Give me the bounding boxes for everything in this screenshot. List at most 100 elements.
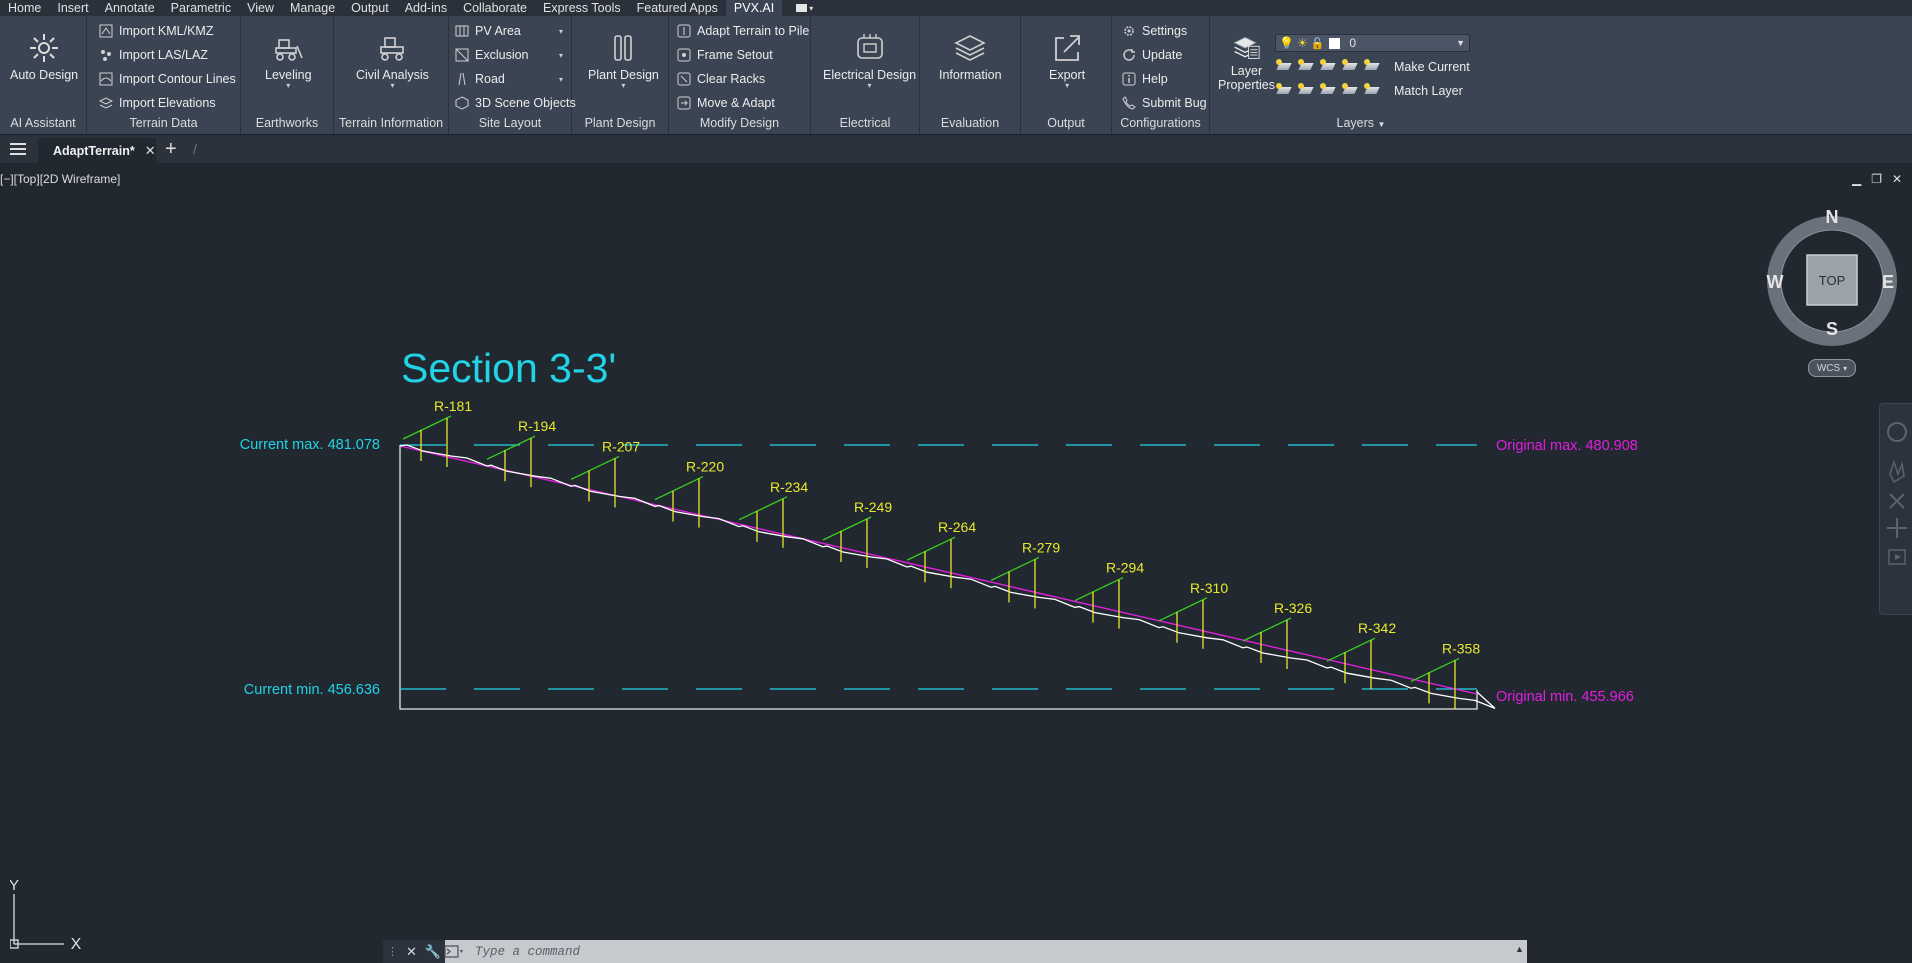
wcs-menu[interactable]: WCS ▾	[1808, 359, 1856, 377]
close-icon[interactable]: ✕	[406, 944, 417, 960]
make-current-icon[interactable]	[1364, 59, 1380, 74]
rack-line	[738, 496, 788, 521]
layer-off-icon[interactable]	[1276, 59, 1292, 74]
rack-line	[1242, 617, 1292, 642]
command-prompt-icon[interactable]	[444, 945, 466, 958]
civil-analysis-button[interactable]: Civil Analysis ▾	[356, 32, 429, 90]
import-elevations-button[interactable]: Import Elevations	[99, 94, 216, 112]
rack-line	[990, 556, 1040, 581]
pv-area-button[interactable]: PV Area ▾	[455, 22, 565, 40]
compass-east[interactable]: E	[1882, 272, 1894, 292]
layer-unlock-icon[interactable]	[1342, 83, 1358, 98]
panel-title-earthworks: Earthworks	[255, 116, 319, 130]
import-contour-lines-button[interactable]: Import Contour Lines	[99, 70, 236, 88]
pan-hand-icon[interactable]	[1889, 459, 1905, 484]
layer-unisolate-icon[interactable]	[1298, 83, 1314, 98]
leveling-button[interactable]: Leveling ▾	[265, 32, 312, 90]
panel-title-site-layout: Site Layout	[478, 116, 542, 130]
auto-design-button[interactable]: Auto Design	[10, 32, 78, 82]
move-adapt-button[interactable]: Move & Adapt	[677, 94, 775, 112]
menu-tab-manage[interactable]: Manage	[282, 0, 343, 16]
layer-dropdown[interactable]: 💡 ☀ 🔓 0 ▼	[1275, 34, 1470, 52]
panel-title-layers[interactable]: Layers ▼	[1250, 116, 1472, 130]
import-las-button[interactable]: Import LAS/LAZ	[99, 46, 208, 64]
layer-properties-button[interactable]: Layer Properties	[1218, 34, 1275, 92]
layer-freeze-icon[interactable]	[1320, 59, 1336, 74]
chevron-down-icon: ▾	[286, 81, 291, 90]
menu-tab-view[interactable]: View	[239, 0, 282, 16]
plant-design-button[interactable]: Plant Design ▾	[588, 32, 659, 90]
command-input[interactable]	[445, 940, 1527, 963]
zoom-icon[interactable]	[1889, 493, 1905, 509]
close-tab-icon[interactable]: ✕	[145, 143, 156, 159]
viewport-label[interactable]: [−][Top][2D Wireframe]	[0, 172, 120, 186]
menu-tab-home[interactable]: Home	[0, 0, 49, 16]
electrical-design-button[interactable]: Electrical Design ▾	[823, 32, 916, 90]
3d-scene-objects-button[interactable]: 3D Scene Objects	[455, 94, 576, 112]
chevron-down-icon: ▼	[1456, 38, 1465, 48]
panel-electrical: Electrical Design ▾ Electrical	[811, 16, 920, 134]
menu-tab-output[interactable]: Output	[343, 0, 397, 16]
match-layer-icon[interactable]	[1364, 83, 1380, 98]
menu-tab-featured-apps[interactable]: Featured Apps	[629, 0, 726, 16]
menu-tab-collaborate[interactable]: Collaborate	[455, 0, 535, 16]
lock-open-icon: 🔓	[1310, 37, 1325, 50]
layer-lock-icon[interactable]	[1342, 59, 1358, 74]
export-button[interactable]: Export ▾	[1049, 32, 1085, 90]
section-title: Section 3-3'	[401, 345, 616, 391]
information-button[interactable]: Information	[939, 32, 1002, 82]
compass-north[interactable]: N	[1826, 207, 1839, 227]
menu-tab-parametric[interactable]: Parametric	[163, 0, 239, 16]
menu-tab-pvxai[interactable]: PVX.AI	[725, 0, 783, 16]
grip-icon[interactable]: ⋮	[387, 945, 398, 958]
hamburger-menu-icon[interactable]	[10, 143, 26, 155]
menu-tab-addins[interactable]: Add-ins	[397, 0, 455, 16]
layer-tools-row-1	[1276, 59, 1380, 74]
adapt-terrain-to-pile-label: Adapt Terrain to Pile	[697, 24, 810, 38]
layer-isolate-icon[interactable]	[1298, 59, 1314, 74]
match-layer-button[interactable]: Match Layer	[1394, 84, 1463, 98]
wrench-icon[interactable]: 🔧	[425, 944, 441, 960]
road-button[interactable]: Road ▾	[455, 70, 565, 88]
ucs-x-label: X	[71, 936, 82, 952]
clear-racks-button[interactable]: Clear Racks	[677, 70, 765, 88]
update-button[interactable]: Update	[1122, 46, 1182, 64]
help-button[interactable]: Help	[1122, 70, 1168, 88]
minimize-icon[interactable]: ▁	[1852, 172, 1861, 186]
viewcube-face-label: TOP	[1819, 273, 1846, 288]
orbit-icon[interactable]	[1887, 518, 1907, 538]
frame-setout-button[interactable]: Frame Setout	[677, 46, 773, 64]
menu-tab-express-tools[interactable]: Express Tools	[535, 0, 629, 16]
import-elevations-icon	[99, 97, 113, 109]
document-tab[interactable]: AdaptTerrain* ✕	[38, 138, 156, 163]
exclusion-button[interactable]: Exclusion ▾	[455, 46, 565, 64]
restore-icon[interactable]: ❐	[1871, 172, 1882, 186]
plant-design-icon	[614, 35, 633, 61]
current-layer-name: 0	[1349, 36, 1357, 50]
compass-west[interactable]: W	[1767, 272, 1784, 292]
move-adapt-icon	[677, 96, 691, 110]
chevron-down-icon: ▾	[621, 81, 626, 90]
steering-wheel-icon[interactable]	[1887, 422, 1907, 442]
panel-configurations: Settings Update Help Submit Bug Configur…	[1112, 16, 1210, 134]
menu-tab-insert[interactable]: Insert	[49, 0, 96, 16]
compass-south[interactable]: S	[1826, 319, 1838, 339]
row-label: R-342	[1358, 620, 1396, 636]
viewcube[interactable]: TOP N S E W	[1752, 203, 1912, 363]
close-icon[interactable]: ✕	[1892, 172, 1902, 186]
layer-thaw-icon[interactable]	[1320, 83, 1336, 98]
settings-button[interactable]: Settings	[1122, 22, 1187, 40]
new-tab-button[interactable]: +	[165, 139, 177, 159]
layer-on-icon[interactable]	[1276, 83, 1292, 98]
adapt-terrain-to-pile-button[interactable]: Adapt Terrain to Pile	[677, 22, 809, 40]
submit-bug-button[interactable]: Submit Bug	[1122, 94, 1207, 112]
panel-ai-assistant: Auto Design AI Assistant	[0, 16, 87, 134]
command-history-up-icon[interactable]: ▲	[1515, 944, 1524, 954]
row-label: R-264	[938, 519, 976, 535]
bulldozer-icon	[275, 39, 304, 61]
import-kml-button[interactable]: Import KML/KMZ	[99, 22, 213, 40]
menu-tab-annotate[interactable]: Annotate	[97, 0, 163, 16]
make-current-button[interactable]: Make Current	[1394, 60, 1470, 74]
panel-title-electrical: Electrical	[839, 116, 891, 130]
workspace-switch-button[interactable]: ▾	[796, 2, 820, 14]
